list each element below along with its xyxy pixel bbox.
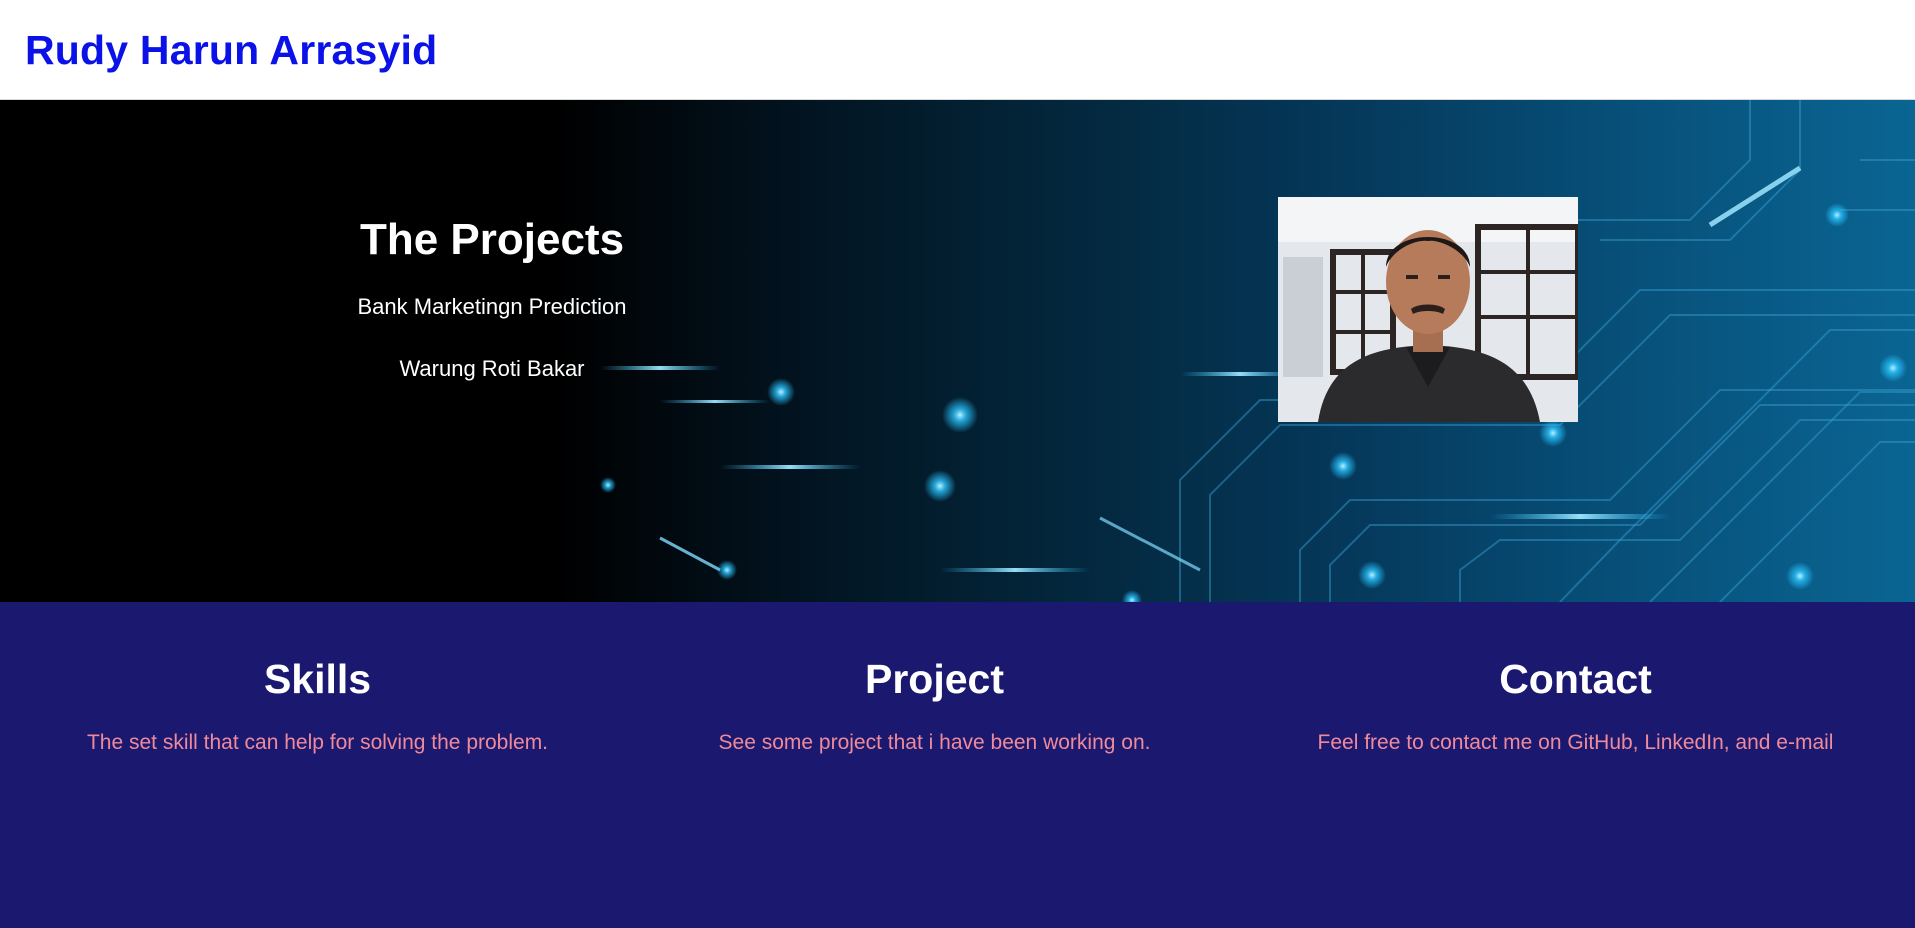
projects-panel: The Projects Bank Marketingn Prediction … (292, 210, 692, 416)
skills-section: Skills The set skill that can help for s… (40, 651, 595, 757)
project-link-bank-marketing[interactable]: Bank Marketingn Prediction (292, 292, 692, 322)
project-section: Project See some project that i have bee… (662, 651, 1207, 757)
site-header: Rudy Harun Arrasyid (0, 0, 1915, 100)
project-link-warung-roti-bakar[interactable]: Warung Roti Bakar (292, 354, 692, 384)
project-description: See some project that i have been workin… (718, 731, 1151, 754)
skills-description: The set skill that can help for solving … (86, 731, 549, 754)
contact-heading[interactable]: Contact (1268, 651, 1883, 707)
hero-banner: The Projects Bank Marketingn Prediction … (0, 100, 1915, 602)
profile-photo (1278, 197, 1578, 422)
site-title-link[interactable]: Rudy Harun Arrasyid (25, 22, 437, 78)
contact-description: Feel free to contact me on GitHub, Linke… (1317, 731, 1834, 754)
sections-footer: Skills The set skill that can help for s… (0, 602, 1915, 928)
person-photo-icon (1278, 197, 1578, 422)
projects-list: Bank Marketingn Prediction Warung Roti B… (292, 292, 692, 384)
projects-heading: The Projects (359, 215, 625, 264)
contact-section: Contact Feel free to contact me on GitHu… (1268, 651, 1883, 757)
skills-heading[interactable]: Skills (40, 651, 595, 707)
circuit-background (600, 100, 1915, 602)
project-heading[interactable]: Project (662, 651, 1207, 707)
